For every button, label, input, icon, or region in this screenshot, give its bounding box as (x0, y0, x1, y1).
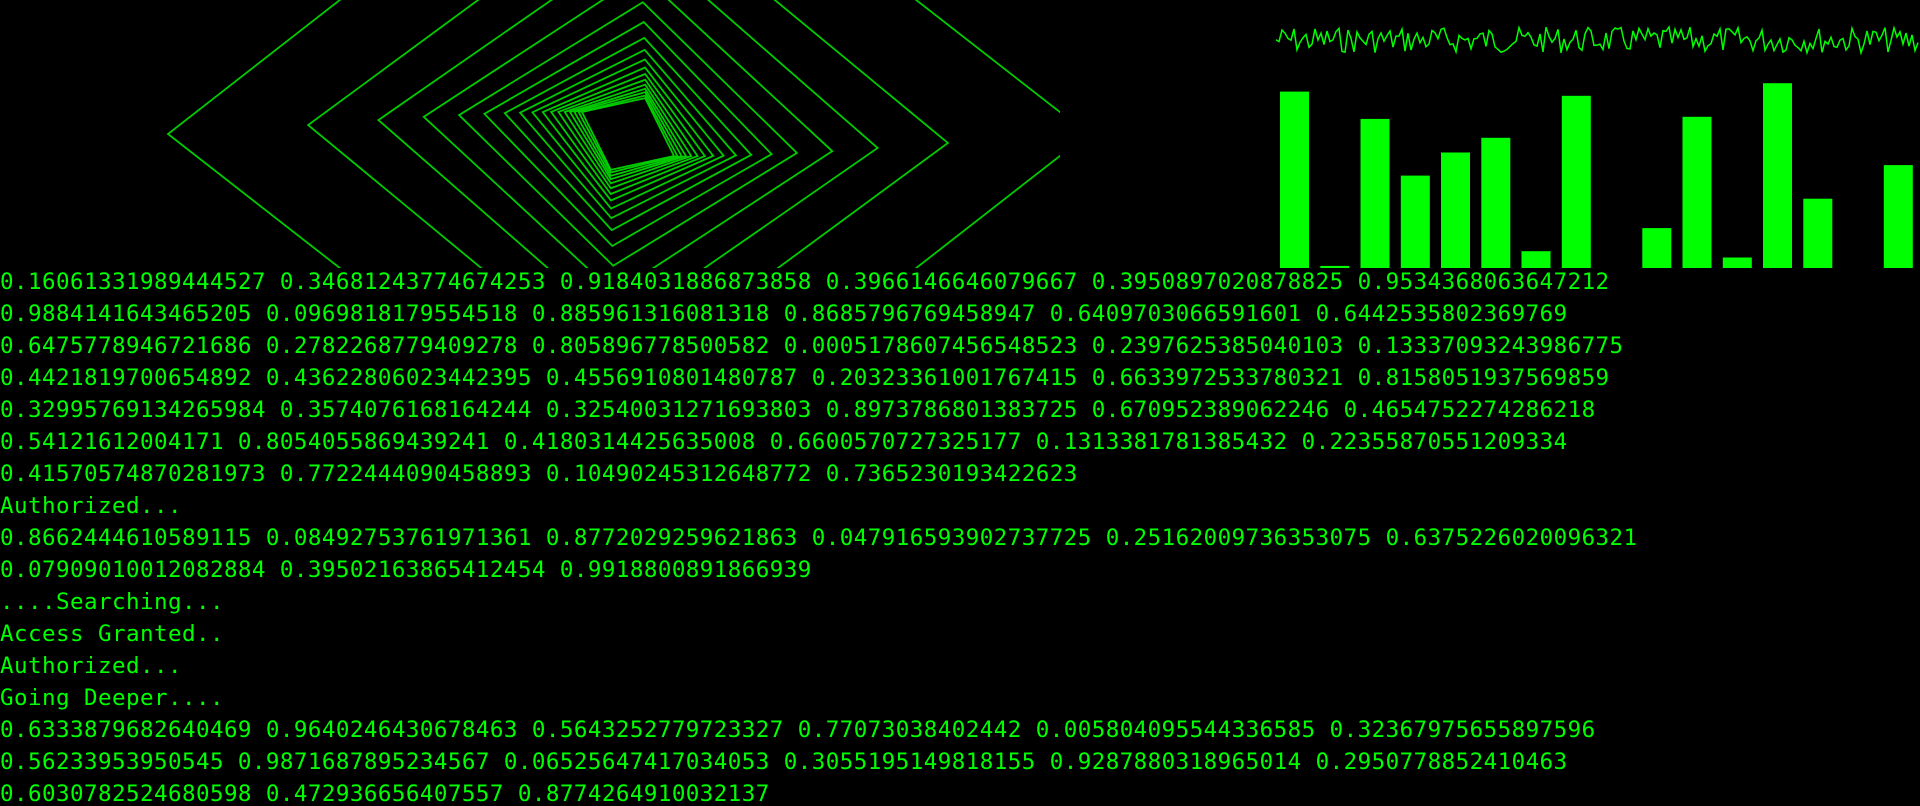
bar (1763, 83, 1792, 268)
terminal-line: ....Searching... (0, 589, 224, 615)
terminal-line: Authorized... (0, 653, 182, 679)
diamond-outline (306, 0, 950, 268)
bar (1642, 228, 1672, 268)
diamond-outline (531, 58, 725, 210)
diamond-outline (563, 83, 693, 185)
terminal-line: 0.54121612004171 0.8054055869439241 0.41… (0, 429, 1568, 455)
terminal-output: 0.16061331989444527 0.34681243774674253 … (0, 266, 1920, 806)
bar (1561, 95, 1591, 268)
terminal-line: Going Deeper.... (0, 685, 224, 711)
terminal-line: 0.41570574870281973 0.7722444090458893 0… (0, 461, 1078, 487)
nested-diamond-graphic (166, 0, 1060, 268)
terminal-line: 0.4421819700654892 0.43622806023442395 0… (0, 365, 1610, 391)
diamond-outline (518, 48, 738, 220)
diamond-outline (577, 94, 679, 174)
noise-waveform (1276, 24, 1919, 56)
terminal-line: 0.16061331989444527 0.34681243774674253 … (0, 269, 1610, 295)
terminal-line: Authorized... (0, 493, 182, 519)
diamond-outline (422, 0, 834, 268)
bar (1803, 198, 1833, 268)
terminal-line: 0.56233953950545 0.9871687895234567 0.06… (0, 749, 1568, 775)
bar (1481, 137, 1511, 268)
diamond-outline (166, 0, 1060, 268)
terminal-line: 0.07909010012082884 0.39502163865412454 … (0, 557, 812, 583)
terminal-line: 0.8662444610589115 0.08492753761971361 0… (0, 525, 1638, 551)
terminal-line: 0.6333879682640469 0.9640246430678463 0.… (0, 717, 1596, 743)
bar (1682, 116, 1712, 268)
terminal-line: Access Granted.. (0, 621, 224, 647)
diamond-outline (376, 0, 880, 268)
bar (1441, 152, 1470, 268)
bar (1883, 165, 1913, 268)
bar (1280, 91, 1309, 268)
terminal-line: 0.6030782524680598 0.472936656407557 0.8… (0, 781, 770, 806)
diamond-outline (549, 72, 707, 196)
random-bar-chart (1276, 24, 1919, 268)
bar (1360, 118, 1390, 268)
terminal-line: 0.32995769134265984 0.3574076168164244 0… (0, 397, 1596, 423)
diamond-outline (482, 20, 774, 248)
terminal-line: 0.9884141643465205 0.0969818179554518 0.… (0, 301, 1568, 327)
bar (1400, 175, 1430, 268)
terminal-line: 0.6475778946721686 0.2782268779409278 0.… (0, 333, 1624, 359)
diamond-outline (457, 1, 799, 267)
bar-group (1280, 83, 1913, 268)
